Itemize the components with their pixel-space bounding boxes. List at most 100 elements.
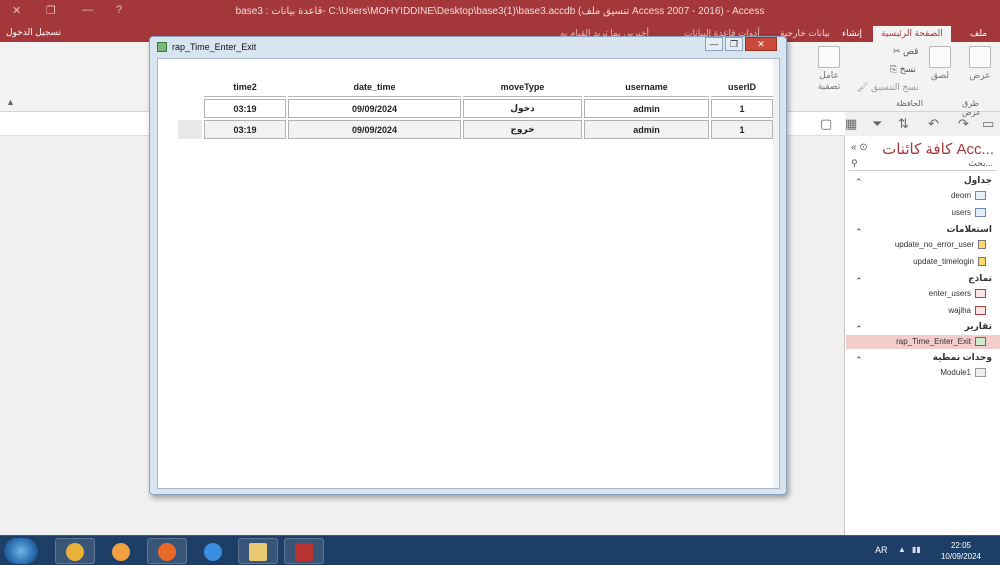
section-toggle-icon[interactable]: ⌃ <box>855 177 863 188</box>
nav-item-update-no-error-user[interactable]: update_no_error_user <box>895 238 986 252</box>
taskbar-app-media[interactable] <box>101 538 141 564</box>
report-restore-button[interactable]: ❐ <box>725 37 743 51</box>
nav-item-label: enter_users <box>928 289 971 298</box>
nav-item-deom[interactable]: deom <box>951 189 986 203</box>
report-body: time2 date_time moveType username userID… <box>157 58 780 489</box>
taskbar-app-firefox[interactable] <box>147 538 187 564</box>
table-view-icon[interactable]: ▦ <box>845 116 857 132</box>
taskbar: AR ▲ ▮▮ 22:05 10/09/2024 <box>0 535 1000 565</box>
report-window[interactable]: rap_Time_Enter_Exit — ❐ ✕ time2 date_tim… <box>149 36 787 495</box>
report-header-row: time2 date_time moveType username userID <box>178 79 773 97</box>
section-toggle-icon[interactable]: ⌃ <box>855 227 863 238</box>
report-icon <box>157 42 167 52</box>
section-toggle-icon[interactable]: ⌃ <box>855 355 863 366</box>
file-explorer-icon <box>249 543 267 561</box>
group-clipboard-label: الحافظة <box>896 99 923 108</box>
table-icon <box>975 191 986 201</box>
nav-section-modules[interactable]: وحدات نمطية <box>933 352 992 363</box>
cell-movetype: خروج <box>463 120 582 139</box>
nav-search-input[interactable]: ⚲ بحث... <box>849 158 997 171</box>
table-row: 03:19 09/09/2024 خروج admin 1 <box>178 120 773 139</box>
taskbar-app-ie[interactable] <box>193 538 233 564</box>
nav-item-rap-time-enter-exit[interactable]: rap_Time_Enter_Exit <box>846 335 1000 349</box>
nav-header[interactable]: كافة كائنات Acc... <box>882 140 994 158</box>
nav-item-users[interactable]: users <box>951 206 986 220</box>
section-toggle-icon[interactable]: ⌃ <box>855 276 863 287</box>
cell-date-time: 09/09/2024 <box>288 120 461 139</box>
taskbar-app-chrome[interactable] <box>55 538 95 564</box>
search-icon: ⚲ <box>851 158 858 168</box>
nav-section-reports[interactable]: تقارير <box>965 321 992 332</box>
nav-item-label: deom <box>950 191 971 200</box>
chrome-icon <box>66 543 84 561</box>
nav-section-queries[interactable]: استعلامات <box>946 224 992 235</box>
cell-username: admin <box>584 99 709 118</box>
report-scrollbar[interactable] <box>773 59 779 488</box>
header-spacer <box>178 79 202 97</box>
column-header-userid: userID <box>711 79 773 97</box>
report-minimize-button[interactable]: — <box>705 37 723 51</box>
nav-item-enter-users[interactable]: enter_users <box>929 287 986 301</box>
column-header-time2: time2 <box>204 79 286 97</box>
tab-create[interactable]: إنشاء <box>834 26 870 42</box>
nav-search-placeholder: بحث... <box>968 158 993 168</box>
nav-item-label: wajiha <box>948 306 971 315</box>
filter-button[interactable]: عامل تصفية <box>815 46 843 92</box>
taskbar-app-explorer[interactable] <box>238 538 278 564</box>
media-player-icon <box>112 543 130 561</box>
redo-icon[interactable]: ↷ <box>958 116 969 132</box>
system-clock[interactable]: 22:05 10/09/2024 <box>930 540 992 562</box>
network-icon[interactable]: ▮▮ <box>912 545 921 554</box>
nav-section-tables[interactable]: جداول <box>964 175 992 186</box>
nav-item-label: rap_Time_Enter_Exit <box>896 337 971 346</box>
view-label: عرض <box>969 70 991 80</box>
nav-item-label: update_timelogin <box>913 257 974 266</box>
firefox-icon <box>158 543 176 561</box>
view-button[interactable]: عرض <box>966 46 994 81</box>
paste-button[interactable]: لصق <box>927 46 953 81</box>
column-header-username: username <box>584 79 709 97</box>
filter-icon <box>818 46 840 68</box>
tab-home[interactable]: الصفحة الرئيسية <box>873 26 951 42</box>
signin-link[interactable]: تسجيل الدخول <box>6 27 61 38</box>
save-icon[interactable]: ▭ <box>982 116 994 132</box>
report-close-button[interactable]: ✕ <box>745 37 777 51</box>
new-document-icon[interactable]: ▢ <box>820 116 832 132</box>
collapse-ribbon-icon[interactable]: ▲ <box>6 97 15 107</box>
undo-icon[interactable]: ↶ <box>928 116 939 132</box>
section-toggle-icon[interactable]: ⌃ <box>855 324 863 335</box>
paste-label: لصق <box>930 70 950 80</box>
access-icon <box>295 543 313 561</box>
sort-icon[interactable]: ⇅ <box>898 116 909 132</box>
cut-label: قص <box>903 46 919 56</box>
group-views-label: طرق عرض <box>962 99 981 117</box>
filter-quick-icon[interactable]: ⏷ <box>872 116 882 132</box>
report-window-title: rap_Time_Enter_Exit <box>172 42 257 52</box>
cell-userid: 1 <box>711 120 773 139</box>
tab-file[interactable]: ملف <box>962 26 995 42</box>
taskbar-app-access[interactable] <box>284 538 324 564</box>
nav-item-module1[interactable]: Module1 <box>940 366 986 380</box>
update-query-icon <box>978 240 986 250</box>
copy-button[interactable]: ⎘ نسخ <box>890 64 916 75</box>
cell-userid: 1 <box>711 99 773 118</box>
report-table: time2 date_time moveType username userID… <box>176 79 775 139</box>
format-painter-button[interactable]: 🖌 نسخ التنسيق <box>857 82 919 93</box>
cut-button[interactable]: ✂ قص <box>893 46 918 57</box>
title-bar: ✕ ❐ — ? base3 : قاعدة بيانات- C:\Users\M… <box>0 0 1000 24</box>
language-indicator[interactable]: AR <box>875 545 888 555</box>
nav-section-forms[interactable]: نماذج <box>968 273 992 284</box>
format-painter-label: نسخ التنسيق <box>870 82 919 92</box>
table-row: 03:19 09/09/2024 دخول admin 1 <box>178 99 773 118</box>
nav-item-label: update_no_error_user <box>894 240 974 249</box>
filter-label: عامل تصفية <box>817 70 841 91</box>
nav-item-wajiha[interactable]: wajiha <box>948 304 986 318</box>
cell-movetype: دخول <box>463 99 582 118</box>
tray-expand-icon[interactable]: ▲ <box>898 545 906 554</box>
clock-time: 22:05 <box>950 541 972 550</box>
start-button[interactable] <box>4 538 38 564</box>
nav-item-label: Module1 <box>940 368 971 377</box>
collapse-nav-icon[interactable]: « ⊙ <box>851 142 868 153</box>
nav-item-update-timelogin[interactable]: update_timelogin <box>913 255 986 269</box>
row-indicator <box>178 120 202 139</box>
